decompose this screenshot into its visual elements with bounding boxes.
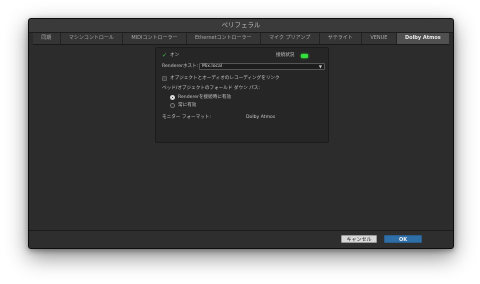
radio-renderer-connected[interactable] — [170, 95, 175, 100]
connection-status-led — [301, 53, 308, 58]
ok-button[interactable]: OK — [384, 235, 422, 243]
dialog-title: ペリフェラル — [221, 21, 261, 29]
tab-bar: 同期 マシンコントロール MIDIコントローラー Ethernetコントローラー… — [33, 33, 450, 45]
tab-synchronization[interactable]: 同期 — [33, 33, 61, 44]
tab-midi-controllers[interactable]: MIDIコントローラー — [123, 33, 187, 44]
fold-down-label: ベッド/オブジェクトのフォールド ダウン パス: — [162, 85, 260, 91]
on-checkbox[interactable]: ✓ — [162, 53, 167, 59]
dialog-footer: キャンセル OK — [29, 230, 453, 248]
link-record-checkbox[interactable] — [162, 76, 167, 81]
radio-renderer-connected-label: Rendererを接続時に有効 — [178, 94, 232, 100]
tab-venue[interactable]: VENUE — [362, 33, 397, 44]
renderer-host-select[interactable]: Mix.local ▼ — [199, 63, 325, 70]
title-bar[interactable]: ペリフェラル — [29, 19, 453, 33]
radio-always[interactable] — [170, 103, 175, 108]
tab-dolby-atmos[interactable]: Dolby Atmos — [396, 33, 450, 44]
tab-satellites[interactable]: サテライト — [319, 33, 363, 44]
link-record-label: オブジェクトとオーディオのレコーディングをリンク — [170, 75, 280, 81]
connection-status-label: 接続状況 — [276, 52, 295, 58]
tab-ethernet-controllers[interactable]: Ethernetコントローラー — [186, 33, 261, 44]
renderer-host-value: Mix.local — [202, 64, 223, 69]
monitor-format-value: Dolby Atmos — [246, 114, 276, 120]
renderer-host-label: Rendererホスト: — [162, 63, 199, 69]
chevron-down-icon: ▼ — [318, 64, 322, 69]
monitor-format-label: モニター フォーマット: — [162, 114, 211, 120]
peripherals-dialog: ペリフェラル 同期 マシンコントロール MIDIコントローラー Ethernet… — [28, 18, 454, 249]
dolby-atmos-panel: ✓ オン 接続状況 Rendererホスト: Mix.local ▼ オブジェク… — [155, 47, 329, 143]
tab-machine-control[interactable]: マシンコントロール — [60, 33, 124, 44]
on-label: オン — [170, 52, 180, 58]
radio-always-label: 常に有効 — [178, 102, 197, 108]
cancel-button[interactable]: キャンセル — [341, 235, 377, 243]
tab-mic-preamps[interactable]: マイク プリアンプ — [260, 33, 320, 44]
